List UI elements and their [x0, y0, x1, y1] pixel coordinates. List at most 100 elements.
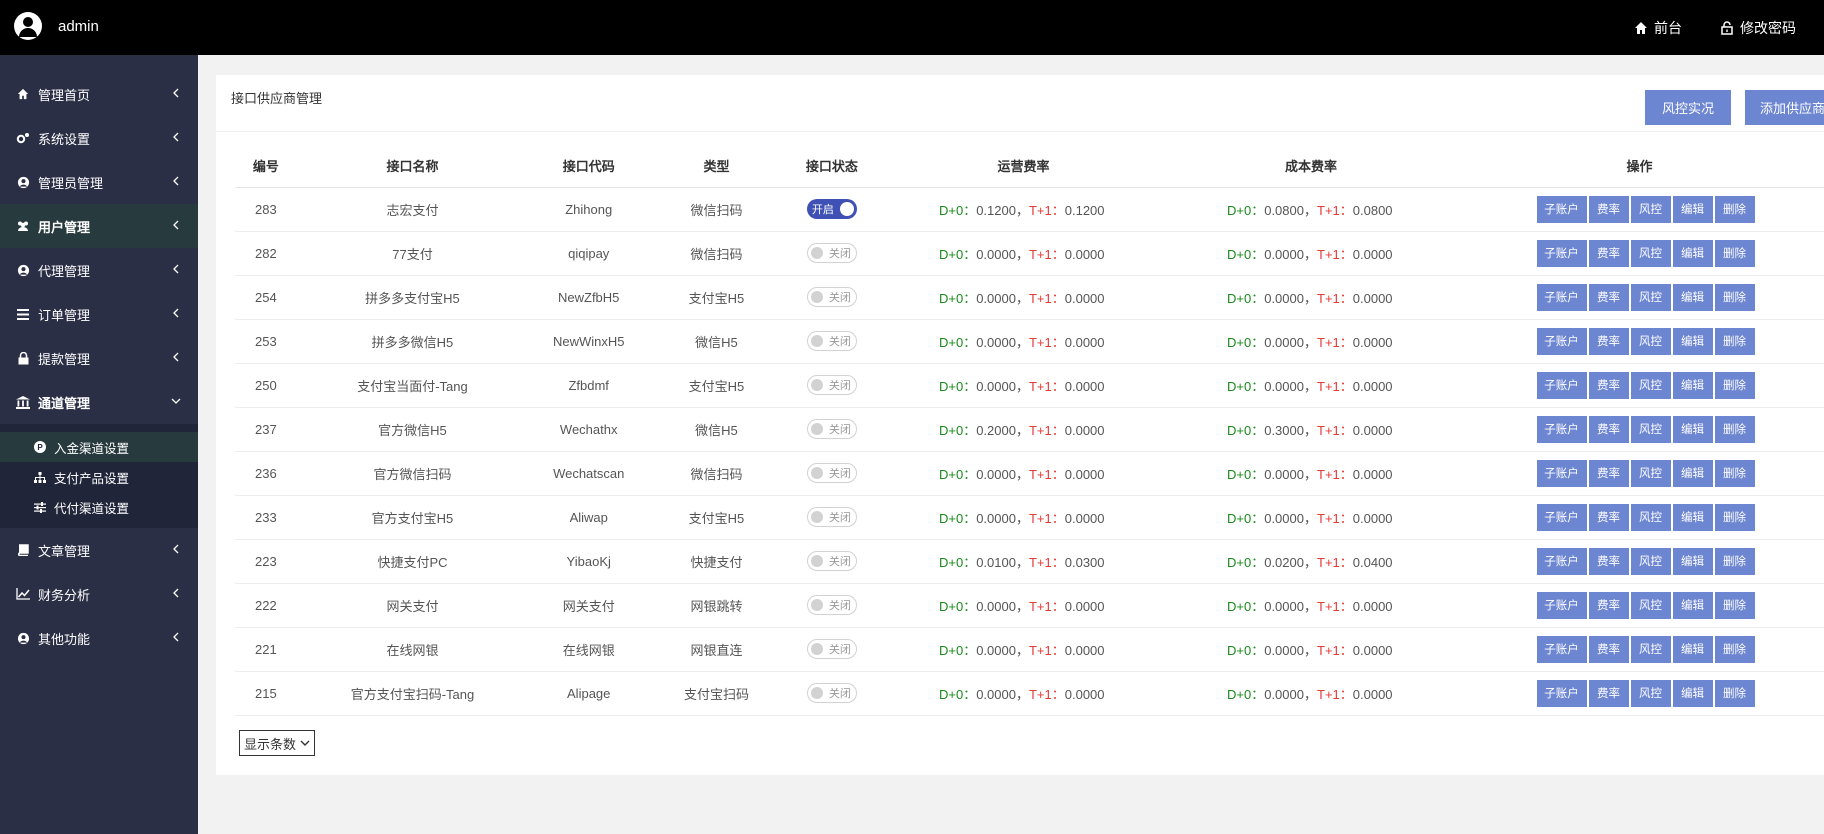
sub-account-button[interactable]: 子账户 [1536, 371, 1587, 399]
cell-actions: 子账户 费率 风控 编辑 删除 [1455, 627, 1824, 672]
risk-monitor-button[interactable]: 风控实况 [1645, 90, 1731, 125]
edit-button[interactable]: 编辑 [1672, 503, 1713, 531]
rate-button[interactable]: 费率 [1588, 635, 1629, 663]
status-switch[interactable]: 关闭 [806, 683, 857, 703]
risk-button[interactable]: 风控 [1630, 415, 1671, 443]
status-switch[interactable]: 关闭 [806, 331, 857, 351]
sidebar-item-finance[interactable]: 财务分析 [0, 572, 198, 616]
t1-value: 0.0000 [1352, 510, 1393, 526]
sub-account-button[interactable]: 子账户 [1536, 547, 1587, 575]
edit-button[interactable]: 编辑 [1672, 327, 1713, 355]
edit-button[interactable]: 编辑 [1672, 415, 1713, 443]
sub-account-button[interactable]: 子账户 [1536, 635, 1587, 663]
rate-button[interactable]: 费率 [1588, 415, 1629, 443]
delete-button[interactable]: 删除 [1714, 547, 1755, 575]
submenu-item-pay-products[interactable]: 支付产品设置 [0, 462, 198, 492]
edit-button[interactable]: 编辑 [1672, 459, 1713, 487]
edit-button[interactable]: 编辑 [1672, 195, 1713, 223]
rate-button[interactable]: 费率 [1588, 239, 1629, 267]
status-switch[interactable]: 关闭 [806, 243, 857, 263]
rate-button[interactable]: 费率 [1588, 679, 1629, 707]
edit-button[interactable]: 编辑 [1672, 239, 1713, 267]
risk-button[interactable]: 风控 [1630, 239, 1671, 267]
sidebar-item-articles[interactable]: 文章管理 [0, 528, 198, 572]
cell-operating-rate: D+0：0.0000，T+1：0.0000 [879, 319, 1167, 364]
status-switch[interactable]: 关闭 [806, 375, 857, 395]
risk-button[interactable]: 风控 [1630, 591, 1671, 619]
risk-button[interactable]: 风控 [1630, 283, 1671, 311]
sub-account-button[interactable]: 子账户 [1536, 415, 1587, 443]
delete-button[interactable]: 删除 [1714, 459, 1755, 487]
sidebar-item-others[interactable]: 其他功能 [0, 616, 198, 660]
rate-button[interactable]: 费率 [1588, 283, 1629, 311]
rate-button[interactable]: 费率 [1588, 591, 1629, 619]
delete-button[interactable]: 删除 [1714, 195, 1755, 223]
change-password-link[interactable]: 修改密码 [1720, 18, 1796, 38]
sidebar-item-withdrawals[interactable]: 提款管理 [0, 336, 198, 380]
front-link[interactable]: 前台 [1634, 18, 1682, 38]
sidebar-item-agents[interactable]: 代理管理 [0, 248, 198, 292]
delete-button[interactable]: 删除 [1714, 371, 1755, 399]
risk-button[interactable]: 风控 [1630, 459, 1671, 487]
page-size-select[interactable]: 显示条数 [239, 730, 316, 756]
sub-account-button[interactable]: 子账户 [1536, 679, 1587, 707]
edit-button[interactable]: 编辑 [1672, 679, 1713, 707]
status-switch[interactable]: 关闭 [806, 595, 857, 615]
sidebar-item-admins[interactable]: 管理员管理 [0, 160, 198, 204]
sidebar-item-channels[interactable]: 通道管理 [0, 380, 198, 424]
delete-button[interactable]: 删除 [1714, 415, 1755, 443]
t1-label: T+1： [1028, 466, 1065, 482]
status-switch[interactable]: 关闭 [806, 639, 857, 659]
delete-button[interactable]: 删除 [1714, 679, 1755, 707]
status-switch[interactable]: 关闭 [806, 463, 857, 483]
rate-button[interactable]: 费率 [1588, 503, 1629, 531]
sidebar-item-settings[interactable]: 系统设置 [0, 116, 198, 160]
username[interactable]: admin [58, 18, 99, 35]
delete-button[interactable]: 删除 [1714, 591, 1755, 619]
status-switch[interactable]: 关闭 [806, 507, 857, 527]
rate-button[interactable]: 费率 [1588, 371, 1629, 399]
status-switch[interactable]: 关闭 [806, 287, 857, 307]
add-supplier-button[interactable]: 添加供应商 [1745, 90, 1824, 125]
submenu-item-label: 支付产品设置 [54, 471, 130, 486]
status-switch[interactable]: 关闭 [806, 551, 857, 571]
sub-account-button[interactable]: 子账户 [1536, 591, 1587, 619]
rate-button[interactable]: 费率 [1588, 327, 1629, 355]
risk-button[interactable]: 风控 [1630, 371, 1671, 399]
risk-button[interactable]: 风控 [1630, 679, 1671, 707]
edit-button[interactable]: 编辑 [1672, 591, 1713, 619]
sub-account-button[interactable]: 子账户 [1536, 195, 1587, 223]
cell-actions: 子账户 费率 风控 编辑 删除 [1455, 451, 1824, 496]
edit-button[interactable]: 编辑 [1672, 635, 1713, 663]
risk-button[interactable]: 风控 [1630, 635, 1671, 663]
submenu-item-deposit-channels[interactable]: P 入金渠道设置 [0, 432, 198, 462]
sub-account-button[interactable]: 子账户 [1536, 283, 1587, 311]
delete-button[interactable]: 删除 [1714, 239, 1755, 267]
status-switch[interactable]: 开启 [806, 199, 857, 219]
sidebar-item-orders[interactable]: 订单管理 [0, 292, 198, 336]
risk-button[interactable]: 风控 [1630, 503, 1671, 531]
delete-button[interactable]: 删除 [1714, 503, 1755, 531]
delete-button[interactable]: 删除 [1714, 283, 1755, 311]
sub-account-button[interactable]: 子账户 [1536, 239, 1587, 267]
sub-account-button[interactable]: 子账户 [1536, 459, 1587, 487]
sidebar-item-users[interactable]: 用户管理 [0, 204, 198, 248]
switch-knob [810, 687, 823, 699]
submenu-item-payout-channels[interactable]: 代付渠道设置 [0, 492, 198, 522]
sub-account-button[interactable]: 子账户 [1536, 327, 1587, 355]
delete-button[interactable]: 删除 [1714, 327, 1755, 355]
risk-button[interactable]: 风控 [1630, 547, 1671, 575]
rate-button[interactable]: 费率 [1588, 459, 1629, 487]
user-avatar-icon[interactable] [14, 12, 42, 40]
delete-button[interactable]: 删除 [1714, 635, 1755, 663]
risk-button[interactable]: 风控 [1630, 327, 1671, 355]
edit-button[interactable]: 编辑 [1672, 371, 1713, 399]
status-switch[interactable]: 关闭 [806, 419, 857, 439]
risk-button[interactable]: 风控 [1630, 195, 1671, 223]
edit-button[interactable]: 编辑 [1672, 283, 1713, 311]
sub-account-button[interactable]: 子账户 [1536, 503, 1587, 531]
sidebar-item-home[interactable]: 管理首页 [0, 72, 198, 116]
rate-button[interactable]: 费率 [1588, 195, 1629, 223]
edit-button[interactable]: 编辑 [1672, 547, 1713, 575]
rate-button[interactable]: 费率 [1588, 547, 1629, 575]
